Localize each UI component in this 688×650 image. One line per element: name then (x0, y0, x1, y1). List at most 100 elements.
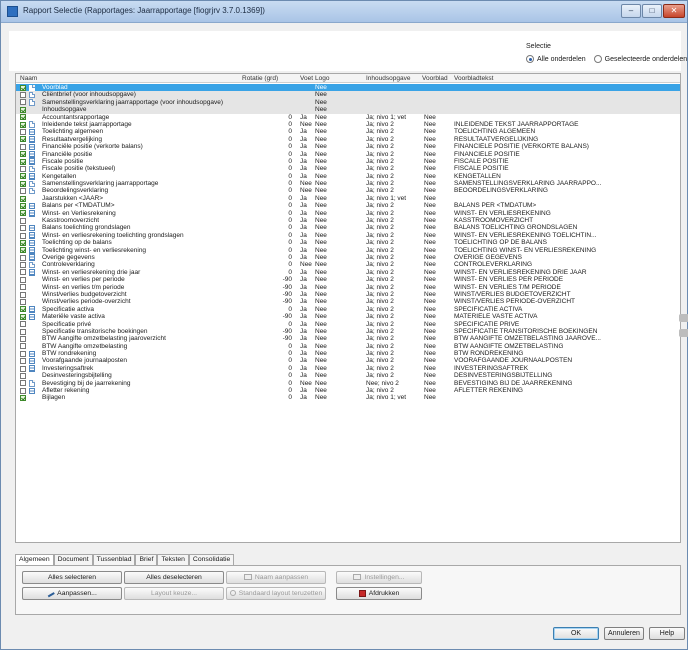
print-button[interactable]: Afdrukken (336, 587, 422, 600)
radio-all-parts[interactable] (526, 55, 534, 63)
include-checkbox[interactable] (20, 114, 26, 121)
table-row[interactable]: Balans per <TMDATUM> 0 Ja Nee Ja; nivo 2 Nee B… (16, 202, 680, 210)
table-row[interactable]: Specificatie transitorische boekingen -90… (16, 328, 680, 335)
maximize-button[interactable]: □ (642, 4, 662, 18)
table-row[interactable]: Specificatie privé 0 Ja Nee Ja; nivo 2 Nee SPE… (16, 321, 680, 328)
table-row[interactable]: Winst- en verliesrekening drie jaar 0 Ja Ne… (16, 269, 680, 276)
include-checkbox[interactable] (20, 165, 26, 172)
include-checkbox[interactable] (20, 158, 26, 165)
column-header-logo[interactable]: Logo (315, 75, 329, 82)
table-row[interactable]: Bijlagen 0 Ja Nee Ja; nivo 1; vet Nee (16, 394, 680, 401)
table-row[interactable]: Winst- en verlies t/m periode -90 Ja Nee Ja;… (16, 284, 680, 291)
radio-all-parts-label[interactable]: Alle onderdelen (537, 56, 586, 63)
table-row[interactable]: Financiële positie (verkorte balans) 0 Ja N… (16, 143, 680, 151)
minimize-button[interactable]: – (621, 4, 641, 18)
include-checkbox[interactable] (20, 195, 26, 202)
include-checkbox[interactable] (20, 299, 26, 306)
include-checkbox[interactable] (20, 143, 26, 150)
table-row[interactable]: Voorblad Nee (16, 84, 680, 92)
include-checkbox[interactable] (20, 225, 26, 232)
ok-button[interactable]: OK (553, 627, 599, 640)
include-checkbox[interactable] (20, 365, 26, 372)
table-row[interactable]: Winst- en verliesrekening toelichting gr… (16, 232, 680, 239)
include-checkbox[interactable] (20, 306, 26, 313)
layout-choice-button[interactable]: Layout keuze... (124, 587, 224, 600)
select-all-button[interactable]: Alles selecteren (22, 571, 122, 584)
table-row[interactable]: Balans toelichting grondslagen 0 Ja Nee Ja; … (16, 224, 680, 232)
include-checkbox[interactable] (20, 202, 26, 209)
include-checkbox[interactable] (20, 129, 26, 136)
table-row[interactable]: Winst/verlies periode-overzicht -90 Ja Nee J… (16, 298, 680, 305)
table-row[interactable]: Winst/verlies budgetoverzicht -90 Ja Nee Ja;… (16, 291, 680, 298)
table-row[interactable]: Fiscale positie (tekstueel) 0 Ja Nee Ja; niv… (16, 165, 680, 173)
include-checkbox[interactable] (20, 247, 26, 254)
include-checkbox[interactable] (20, 291, 26, 298)
table-row[interactable]: Fiscale positie 0 Ja Nee Ja; nivo 2 Nee FISCAL… (16, 158, 680, 165)
radio-selected-parts[interactable] (593, 55, 602, 63)
tab-teksten[interactable]: Teksten (157, 554, 189, 565)
table-row[interactable]: Toelichting op de balans 0 Ja Nee Ja; nivo 2… (16, 239, 680, 247)
include-checkbox[interactable] (20, 106, 26, 113)
tab-document[interactable]: Document (53, 554, 93, 565)
cancel-button[interactable]: Annuleren (604, 627, 644, 640)
include-checkbox[interactable] (20, 380, 26, 387)
table-row[interactable]: Financiële positie 0 Ja Nee Ja; nivo 2 Nee FIN… (16, 151, 680, 158)
include-checkbox[interactable] (20, 284, 26, 291)
include-checkbox[interactable] (20, 239, 26, 246)
include-checkbox[interactable] (20, 217, 26, 224)
include-checkbox[interactable] (20, 99, 26, 106)
table-row[interactable]: Jaarstukken <JAAR> 0 Ja Nee Ja; nivo 1; vet N… (16, 195, 680, 202)
title-bar[interactable]: Rapport Selectie (Rapportages: Jaarrappo… (1, 1, 687, 23)
table-row[interactable]: Materiële vaste activa -90 Ja Nee Ja; nivo 2… (16, 313, 680, 321)
table-row[interactable]: Kengetallen 0 Ja Nee Ja; nivo 2 Nee KENGETALLE… (16, 173, 680, 180)
column-header-naam[interactable]: Naam (20, 75, 37, 82)
table-row[interactable]: Afletter rekening 0 Ja Nee Ja; nivo 2 Nee AFLE… (16, 387, 680, 395)
scroll-arrow-up[interactable] (679, 314, 688, 322)
table-row[interactable]: Kasstroomoverzicht 0 Ja Nee Ja; nivo 2 Nee KAS… (16, 217, 680, 224)
column-header-voet[interactable]: Voet (300, 75, 313, 82)
include-checkbox[interactable] (20, 262, 26, 269)
table-row[interactable]: Inhoudsopgave Nee (16, 106, 680, 114)
radio-selected-parts-label[interactable]: Geselecteerde onderdelen (605, 56, 688, 63)
table-row[interactable]: Controleverklaring 0 Nee Nee Ja; nivo 2 Nee CO… (16, 261, 680, 269)
include-checkbox[interactable] (20, 188, 26, 195)
table-row[interactable]: Voorafgaande journaalposten 0 Ja Nee Ja; niv… (16, 357, 680, 365)
include-checkbox[interactable] (20, 173, 26, 180)
deselect-all-button[interactable]: Alles deselecteren (124, 571, 224, 584)
close-button[interactable]: ✕ (663, 4, 685, 18)
table-row[interactable]: Resultaatvergelijking 0 Ja Nee Ja; nivo 2 Nee… (16, 136, 680, 143)
table-row[interactable]: Samenstellingsverklaring jaarrapportage 0… (16, 180, 680, 188)
settings-button[interactable]: Instellingen... (336, 571, 422, 584)
include-checkbox[interactable] (20, 269, 26, 276)
include-checkbox[interactable] (20, 180, 26, 187)
include-checkbox[interactable] (20, 335, 26, 342)
table-row[interactable]: BTW Aangifte omzetbelasting 0 Ja Nee Ja; niv… (16, 343, 680, 350)
include-checkbox[interactable] (20, 232, 26, 239)
include-checkbox[interactable] (20, 313, 26, 320)
column-header-voorbladtekst[interactable]: Voorbladtekst (454, 75, 493, 82)
column-header-inhoudsopgave[interactable]: Inhoudsopgave (366, 75, 410, 82)
include-checkbox[interactable] (20, 358, 26, 365)
include-checkbox[interactable] (20, 136, 26, 143)
table-row[interactable]: BTW rondrekening 0 Ja Nee Ja; nivo 2 Nee BTW R… (16, 350, 680, 358)
customize-button[interactable]: Aanpassen... (22, 587, 122, 600)
include-checkbox[interactable] (20, 254, 26, 261)
table-row[interactable]: Desinvesteringsbijtelling 0 Ja Nee Ja; nivo … (16, 372, 680, 379)
include-checkbox[interactable] (20, 372, 26, 379)
restore-layout-button[interactable]: Standaard layout teruzetten (226, 587, 326, 600)
include-checkbox[interactable] (20, 387, 26, 394)
table-row[interactable]: Toelichting winst- en verliesrekening 0 Ja… (16, 247, 680, 254)
rename-button[interactable]: Naam aanpassen (226, 571, 326, 584)
include-checkbox[interactable] (20, 343, 26, 350)
table-row[interactable]: Toelichting algemeen 0 Ja Nee Ja; nivo 2 Nee T… (16, 128, 680, 136)
table-row[interactable]: Bevestiging bij de jaarrekening 0 Nee Nee Ne… (16, 380, 680, 387)
scroll-arrow-down[interactable] (679, 329, 688, 337)
table-row[interactable]: Winst- en Verliesrekening 0 Ja Nee Ja; nivo … (16, 210, 680, 217)
include-checkbox[interactable] (20, 395, 26, 402)
column-header-voorblad[interactable]: Voorblad (422, 75, 448, 82)
tab-tussenblad[interactable]: Tussenblad (92, 554, 136, 565)
include-checkbox[interactable] (20, 276, 26, 283)
tab-brief[interactable]: Brief (135, 554, 158, 565)
include-checkbox[interactable] (20, 350, 26, 357)
table-row[interactable]: BTW Aangifte omzetbelasting jaaroverzich… (16, 335, 680, 342)
